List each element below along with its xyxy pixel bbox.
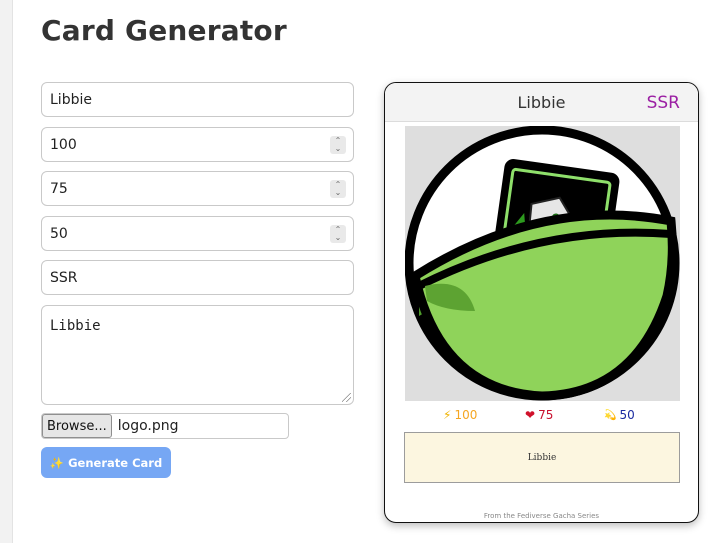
health-input[interactable]: 75 ⌃ ⌄ xyxy=(41,171,354,206)
luck-stepper[interactable]: ⌃ ⌄ xyxy=(330,225,346,243)
health-stat: ❤ 75 xyxy=(525,408,553,422)
luck-stat: 💫 50 xyxy=(604,408,635,422)
stepper-down-icon: ⌄ xyxy=(334,233,342,242)
page-title: Card Generator xyxy=(41,14,287,47)
sparkle-icon: 💫 xyxy=(604,409,617,421)
power-stat: ⚡ 100 xyxy=(443,408,477,422)
card-preview: Libbie SSR ⚡ 100 ❤ 75 💫 50 Libbie From t… xyxy=(384,82,699,523)
power-stepper[interactable]: ⌃ ⌄ xyxy=(330,136,346,154)
name-input-value: Libbie xyxy=(50,91,92,108)
stepper-down-icon: ⌄ xyxy=(334,188,342,197)
card-rarity: SSR xyxy=(646,93,680,113)
page: Card Generator Libbie 100 ⌃ ⌄ 75 ⌃ ⌄ 50 … xyxy=(12,0,710,543)
health-stepper[interactable]: ⌃ ⌄ xyxy=(330,180,346,198)
card-header: Libbie SSR xyxy=(385,83,698,122)
selected-file-name: logo.png xyxy=(117,418,179,434)
card-footer: From the Fediverse Gacha Series xyxy=(483,512,600,520)
luck-stat-value: 50 xyxy=(619,408,635,422)
card-stats: ⚡ 100 ❤ 75 💫 50 xyxy=(385,408,698,426)
rarity-input-value: SSR xyxy=(50,269,78,286)
description-textarea-value: Libbie xyxy=(50,318,101,334)
stepper-down-icon: ⌄ xyxy=(334,144,342,153)
health-input-value: 75 xyxy=(50,180,68,197)
luck-input-value: 50 xyxy=(50,225,68,242)
card-description-text: Libbie xyxy=(527,452,557,463)
card-art xyxy=(404,125,680,401)
power-input-value: 100 xyxy=(50,136,77,153)
browse-button[interactable]: Browse... xyxy=(42,414,112,438)
description-textarea[interactable]: Libbie xyxy=(41,305,354,405)
power-input[interactable]: 100 ⌃ ⌄ xyxy=(41,127,354,162)
card-description: Libbie xyxy=(404,432,680,483)
gacha-capsule-logo xyxy=(404,125,680,401)
luck-input[interactable]: 50 ⌃ ⌄ xyxy=(41,216,354,251)
rarity-input[interactable]: SSR xyxy=(41,260,354,295)
heart-icon: ❤ xyxy=(525,408,536,422)
generate-card-button[interactable]: ✨ Generate Card xyxy=(41,447,171,478)
image-file-input[interactable]: Browse... logo.png xyxy=(41,413,289,439)
health-stat-value: 75 xyxy=(538,408,554,422)
lightning-icon: ⚡ xyxy=(443,408,452,422)
resize-grip-icon[interactable] xyxy=(342,393,351,402)
power-stat-value: 100 xyxy=(454,408,478,422)
name-input[interactable]: Libbie xyxy=(41,82,354,117)
